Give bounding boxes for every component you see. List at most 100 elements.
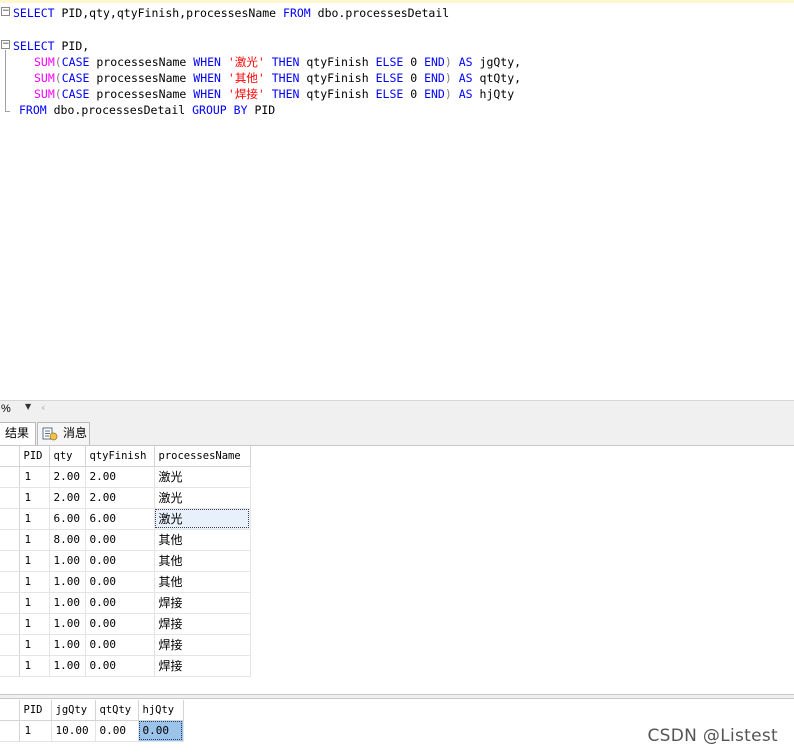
table-row[interactable]: 1 1.00 0.00 焊接: [0, 655, 251, 677]
table-cell[interactable]: 激光: [154, 466, 251, 488]
row-selector[interactable]: [0, 571, 20, 593]
results-splitter[interactable]: [0, 694, 794, 699]
column-header[interactable]: jgQty: [51, 700, 96, 721]
table-cell[interactable]: 其他: [154, 529, 251, 551]
table-cell[interactable]: 8.00: [49, 529, 86, 551]
table-cell[interactable]: 1: [19, 508, 50, 530]
table-row[interactable]: 1 1.00 0.00 焊接: [0, 613, 251, 635]
table-cell[interactable]: 0.00: [85, 550, 155, 572]
table-row[interactable]: 1 1.00 0.00 其他: [0, 550, 251, 572]
row-selector[interactable]: [0, 508, 20, 530]
column-header[interactable]: PID: [19, 700, 52, 721]
row-selector[interactable]: [0, 466, 20, 488]
table-cell[interactable]: 1: [19, 655, 50, 677]
tab-results[interactable]: 结果: [0, 422, 36, 445]
row-selector[interactable]: [0, 613, 20, 635]
table-row[interactable]: 1 6.00 6.00 激光: [0, 508, 251, 530]
column-header[interactable]: hjQty: [138, 700, 184, 721]
table-cell[interactable]: 激光: [154, 508, 251, 530]
results-grid-1[interactable]: PID qty qtyFinish processesName 1 2.00 2.0…: [0, 446, 251, 677]
column-header[interactable]: processesName: [154, 446, 251, 467]
row-selector[interactable]: [0, 634, 20, 656]
table-cell[interactable]: 焊接: [154, 634, 251, 656]
row-selector[interactable]: [0, 720, 20, 742]
table-cell[interactable]: 1: [19, 634, 50, 656]
row-selector[interactable]: [0, 487, 20, 509]
code-token: THEN: [271, 55, 300, 69]
table-cell[interactable]: 焊接: [154, 655, 251, 677]
table-cell[interactable]: 0.00: [95, 720, 139, 742]
table-cell[interactable]: 0.00: [85, 634, 155, 656]
results-tabs: 结果 消息: [0, 417, 794, 445]
collapse-toggle-icon[interactable]: −: [1, 7, 10, 16]
table-cell[interactable]: 1: [19, 613, 50, 635]
table-cell[interactable]: 2.00: [85, 487, 155, 509]
code-token: WHEN: [193, 55, 221, 69]
table-cell[interactable]: 激光: [154, 487, 251, 509]
column-header[interactable]: qtyFinish: [85, 446, 155, 467]
keyword-from: FROM: [19, 103, 47, 117]
column-header[interactable]: qtQty: [95, 700, 139, 721]
table-cell[interactable]: 0.00: [85, 571, 155, 593]
grid-header-row: PID qty qtyFinish processesName: [0, 446, 251, 467]
code-token: SUM: [34, 55, 55, 69]
tab-messages[interactable]: 消息: [37, 422, 90, 445]
table-cell[interactable]: 1: [19, 571, 50, 593]
table-row[interactable]: 1 2.00 2.00 激光: [0, 487, 251, 509]
table-cell[interactable]: 其他: [154, 550, 251, 572]
table-cell[interactable]: 1: [19, 592, 50, 614]
table-row[interactable]: 1 1.00 0.00 焊接: [0, 634, 251, 656]
row-selector-corner[interactable]: [0, 446, 20, 467]
table-cell[interactable]: 1.00: [49, 592, 86, 614]
table-cell[interactable]: 1.00: [49, 571, 86, 593]
table-row[interactable]: 1 8.00 0.00 其他: [0, 529, 251, 551]
row-selector-corner[interactable]: [0, 700, 20, 721]
table-row[interactable]: 1 1.00 0.00 其他: [0, 571, 251, 593]
table-cell[interactable]: 2.00: [49, 466, 86, 488]
table-cell[interactable]: 其他: [154, 571, 251, 593]
results-grid-2[interactable]: PID jgQty qtQty hjQty 1 10.00 0.00 0.00: [0, 700, 184, 742]
table-cell[interactable]: 0.00: [138, 720, 184, 742]
table-cell[interactable]: 0.00: [85, 592, 155, 614]
table-row[interactable]: 1 1.00 0.00 焊接: [0, 592, 251, 614]
table-cell[interactable]: 6.00: [85, 508, 155, 530]
code-token: qtyFinish: [299, 71, 376, 85]
table-cell[interactable]: 焊接: [154, 613, 251, 635]
table-cell[interactable]: 2.00: [49, 487, 86, 509]
table-cell[interactable]: 6.00: [49, 508, 86, 530]
code-token: CASE: [61, 71, 90, 85]
table-cell[interactable]: 1: [19, 720, 52, 742]
code-token: ELSE: [375, 71, 404, 85]
table-cell[interactable]: 1: [19, 550, 50, 572]
table-cell[interactable]: 1.00: [49, 634, 86, 656]
row-selector[interactable]: [0, 655, 20, 677]
code-token: 0: [403, 55, 425, 69]
scroll-left-icon[interactable]: ‹: [41, 401, 45, 414]
sql-editor[interactable]: − SELECT PID,qty,qtyFinish,processesName…: [0, 0, 794, 400]
table-row[interactable]: 1 10.00 0.00 0.00: [0, 720, 184, 742]
table-cell[interactable]: 1.00: [49, 613, 86, 635]
table-cell[interactable]: 0.00: [85, 613, 155, 635]
collapse-toggle-icon[interactable]: −: [1, 40, 10, 49]
row-selector[interactable]: [0, 529, 20, 551]
column-header[interactable]: qty: [49, 446, 86, 467]
table-cell[interactable]: 2.00: [85, 466, 155, 488]
table-cell[interactable]: 1.00: [49, 550, 86, 572]
column-header[interactable]: PID: [19, 446, 50, 467]
table-cell[interactable]: 焊接: [154, 592, 251, 614]
table-cell[interactable]: 0.00: [85, 529, 155, 551]
row-selector[interactable]: [0, 550, 20, 572]
table-cell[interactable]: 1: [19, 466, 50, 488]
table-row[interactable]: 1 2.00 2.00 激光: [0, 466, 251, 488]
code-token: WHEN: [193, 71, 221, 85]
table-cell[interactable]: 1: [19, 529, 50, 551]
row-selector[interactable]: [0, 592, 20, 614]
dropdown-arrow-icon[interactable]: ▼: [25, 402, 31, 411]
table-cell[interactable]: 0.00: [85, 655, 155, 677]
table-cell[interactable]: 1.00: [49, 655, 86, 677]
table-cell[interactable]: 10.00: [51, 720, 96, 742]
table-cell[interactable]: 1: [19, 487, 50, 509]
code-token: AS: [458, 87, 473, 101]
